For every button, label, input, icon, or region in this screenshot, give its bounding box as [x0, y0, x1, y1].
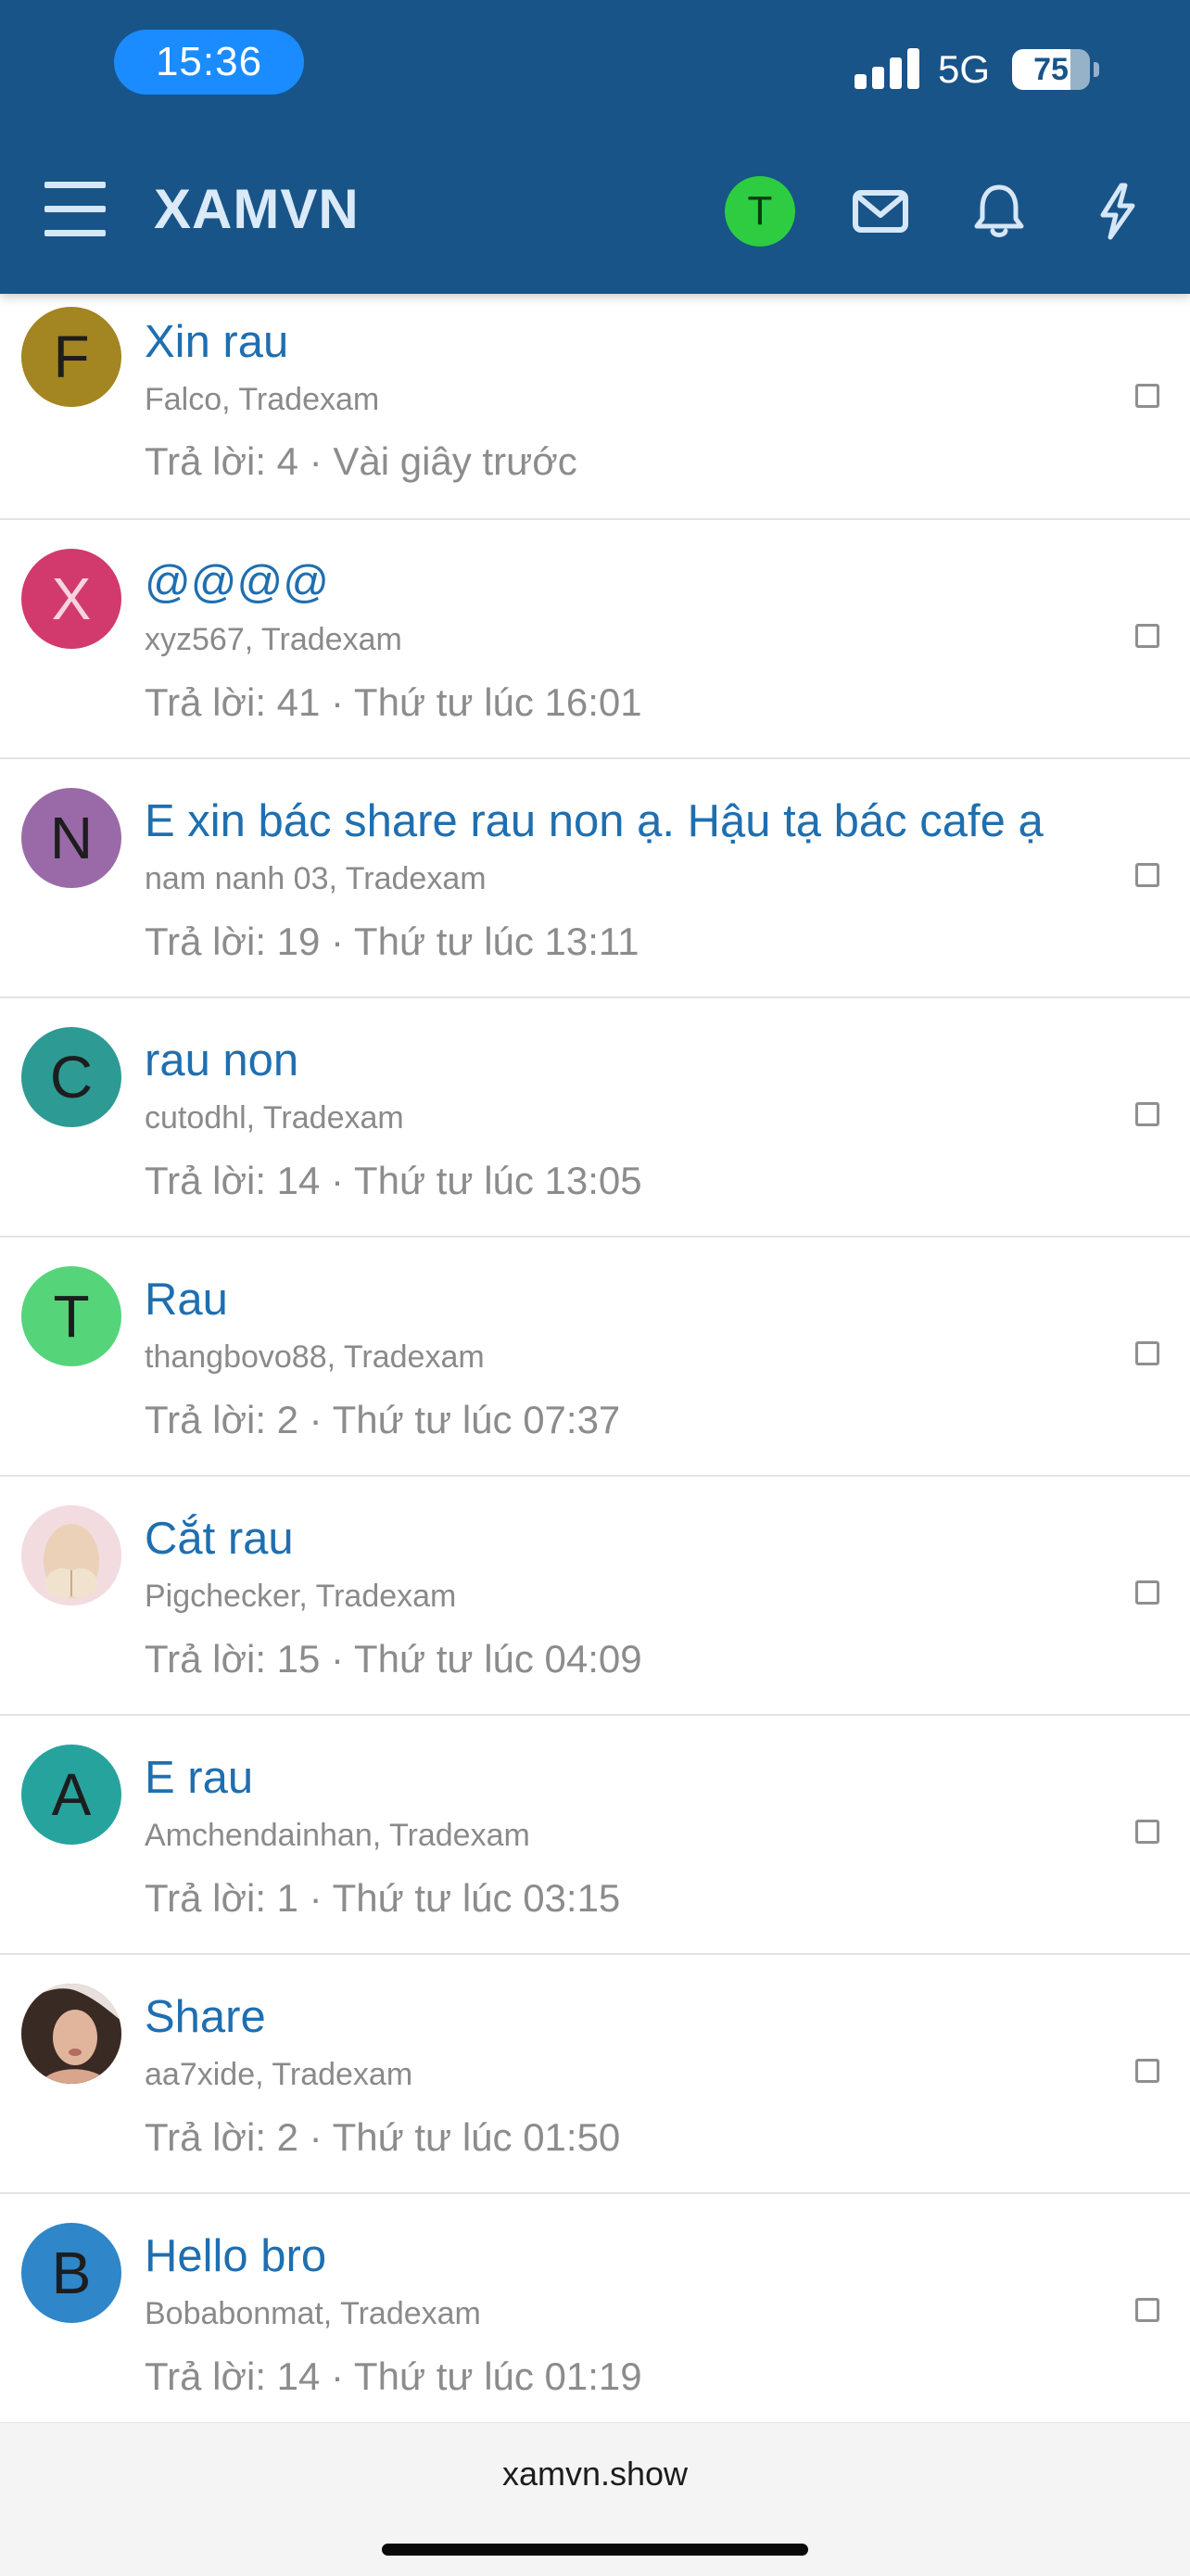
- thread-stats: Trả lời: 14 · Thứ tư lúc 13:05: [145, 1159, 642, 1202]
- site-logo[interactable]: XAMVN: [154, 176, 360, 243]
- thread-stats: Trả lời: 15 · Thứ tư lúc 04:09: [145, 1637, 642, 1681]
- thread-row[interactable]: B Hello bro Bobabonmat, Tradexam Trả lời…: [0, 2194, 1190, 2422]
- thread-stats: Trả lời: 4 · Vài giây trước: [145, 439, 577, 483]
- thread-title[interactable]: Rau: [145, 1272, 228, 1327]
- thread-row[interactable]: A E rau Amchendainhan, Tradexam Trả lời:…: [0, 1716, 1190, 1955]
- cellular-signal-icon: [855, 46, 919, 89]
- network-type: 5G: [938, 47, 991, 91]
- thread-meta: aa7xide, Tradexam: [145, 2057, 413, 2092]
- menu-button[interactable]: [44, 182, 106, 237]
- thread-meta: cutodhl, Tradexam: [145, 1100, 404, 1136]
- thread-checkbox[interactable]: [1135, 1820, 1159, 1844]
- lightning-icon[interactable]: [1084, 178, 1151, 245]
- thread-list: F Xin rau Falco, Tradexam Trả lời: 4 · V…: [0, 294, 1190, 2422]
- thread-row[interactable]: Share aa7xide, Tradexam Trả lời: 2 · Thứ…: [0, 1955, 1190, 2194]
- thread-stats: Trả lời: 41 · Thứ tư lúc 16:01: [145, 680, 642, 724]
- thread-meta: thangbovo88, Tradexam: [145, 1339, 485, 1375]
- avatar-photo[interactable]: [21, 1505, 121, 1605]
- thread-stats: Trả lời: 1 · Thứ tư lúc 03:15: [145, 1876, 621, 1920]
- thread-meta: xyz567, Tradexam: [145, 622, 402, 657]
- app-header: 15:36 5G 75 XAMVN T: [0, 0, 1190, 294]
- avatar[interactable]: T: [21, 1266, 121, 1366]
- thread-checkbox[interactable]: [1135, 2059, 1159, 2083]
- avatar[interactable]: F: [21, 307, 121, 407]
- home-indicator[interactable]: [382, 2544, 808, 2556]
- thread-checkbox[interactable]: [1135, 2298, 1159, 2322]
- status-time: 15:36: [114, 30, 304, 95]
- address-bar-url[interactable]: xamvn.show: [0, 2455, 1190, 2494]
- thread-title[interactable]: Xin rau: [145, 314, 288, 370]
- thread-checkbox[interactable]: [1135, 863, 1159, 887]
- battery-tip: [1094, 62, 1099, 77]
- thread-checkbox[interactable]: [1135, 1341, 1159, 1365]
- user-avatar-button[interactable]: T: [725, 176, 795, 247]
- thread-row[interactable]: F Xin rau Falco, Tradexam Trả lời: 4 · V…: [0, 294, 1190, 520]
- battery-icon: 75: [1012, 49, 1090, 90]
- thread-checkbox[interactable]: [1135, 1580, 1159, 1605]
- thread-row[interactable]: C rau non cutodhl, Tradexam Trả lời: 14 …: [0, 998, 1190, 1237]
- thread-meta: Falco, Tradexam: [145, 382, 380, 417]
- thread-title[interactable]: E rau: [145, 1750, 253, 1806]
- avatar[interactable]: B: [21, 2223, 121, 2323]
- thread-checkbox[interactable]: [1135, 624, 1159, 648]
- thread-stats: Trả lời: 2 · Thứ tư lúc 01:50: [145, 2115, 621, 2159]
- thread-row[interactable]: Cắt rau Pigchecker, Tradexam Trả lời: 15…: [0, 1477, 1190, 1716]
- thread-title[interactable]: E xin bác share rau non ạ. Hậu tạ bác ca…: [145, 793, 1044, 849]
- avatar[interactable]: A: [21, 1745, 121, 1845]
- bell-icon[interactable]: [966, 178, 1032, 245]
- thread-title[interactable]: Hello bro: [145, 2228, 326, 2284]
- thread-stats: Trả lời: 2 · Thứ tư lúc 07:37: [145, 1398, 621, 1441]
- avatar-photo[interactable]: [21, 1984, 121, 2084]
- thread-row[interactable]: N E xin bác share rau non ạ. Hậu tạ bác …: [0, 759, 1190, 998]
- thread-row[interactable]: X @@@@ xyz567, Tradexam Trả lời: 41 · Th…: [0, 520, 1190, 759]
- thread-meta: Pigchecker, Tradexam: [145, 1579, 457, 1614]
- thread-checkbox[interactable]: [1135, 384, 1159, 408]
- avatar[interactable]: C: [21, 1027, 121, 1127]
- thread-meta: nam nanh 03, Tradexam: [145, 861, 487, 896]
- thread-stats: Trả lời: 19 · Thứ tư lúc 13:11: [145, 920, 639, 963]
- thread-meta: Amchendainhan, Tradexam: [145, 1818, 530, 1853]
- envelope-icon[interactable]: [847, 178, 914, 245]
- thread-title[interactable]: Share: [145, 1989, 266, 2045]
- thread-checkbox[interactable]: [1135, 1102, 1159, 1126]
- battery-level: 75: [1033, 52, 1069, 87]
- thread-row[interactable]: T Rau thangbovo88, Tradexam Trả lời: 2 ·…: [0, 1237, 1190, 1477]
- thread-stats: Trả lời: 14 · Thứ tư lúc 01:19: [145, 2354, 642, 2398]
- thread-title[interactable]: rau non: [145, 1033, 298, 1088]
- browser-bottom-bar: xamvn.show: [0, 2422, 1190, 2576]
- thread-title[interactable]: @@@@: [145, 554, 329, 610]
- thread-meta: Bobabonmat, Tradexam: [145, 2296, 481, 2331]
- thread-title[interactable]: Cắt rau: [145, 1511, 294, 1567]
- avatar[interactable]: X: [21, 549, 121, 649]
- avatar[interactable]: N: [21, 788, 121, 888]
